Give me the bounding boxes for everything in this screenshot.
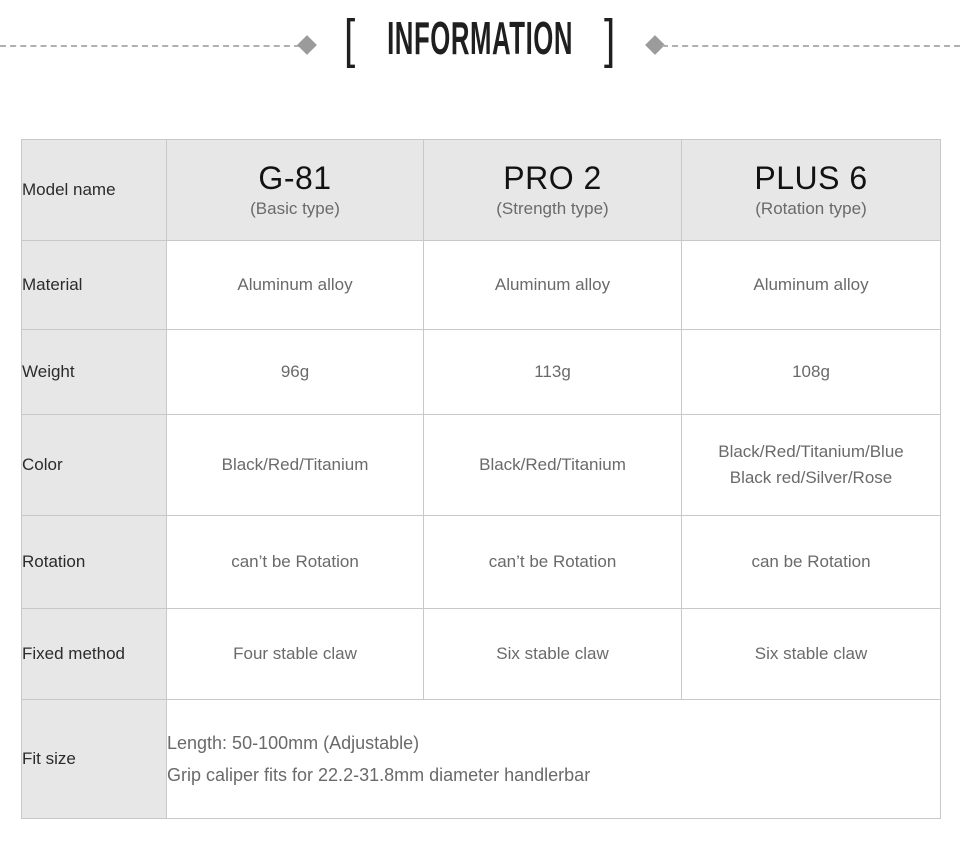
specification-table: Model name G-81 (Basic type) PRO 2 (Stre… xyxy=(21,139,941,819)
row-label-model-name: Model name xyxy=(21,139,167,241)
cell-weight-g81: 96g xyxy=(166,329,424,415)
row-label-fixed-method: Fixed method xyxy=(21,608,167,700)
cell-fixed-pro2: Six stable claw xyxy=(423,608,682,700)
cell-weight-plus6: 108g xyxy=(681,329,941,415)
table-row-rotation: Rotation can’t be Rotation can’t be Rota… xyxy=(21,515,941,609)
bracket-close: ] xyxy=(603,9,616,69)
cell-model-pro2: PRO 2 (Strength type) xyxy=(423,139,682,241)
cell-fixed-g81: Four stable claw xyxy=(166,608,424,700)
spec-table-wrapper: Model name G-81 (Basic type) PRO 2 (Stre… xyxy=(21,139,941,819)
row-label-rotation: Rotation xyxy=(21,515,167,609)
model-name-g81: G-81 xyxy=(258,160,332,196)
fit-size-line-2: Grip caliper fits for 22.2-31.8mm diamet… xyxy=(167,765,591,785)
color-plus6-line-2: Black red/Silver/Rose xyxy=(729,468,893,487)
cell-rotation-pro2: can’t be Rotation xyxy=(423,515,682,609)
row-label-material: Material xyxy=(21,240,167,330)
table-row-material: Material Aluminum alloy Aluminum alloy A… xyxy=(21,240,941,330)
cell-model-g81: G-81 (Basic type) xyxy=(166,139,424,241)
table-row-weight: Weight 96g 113g 108g xyxy=(21,329,941,415)
cell-model-plus6: PLUS 6 (Rotation type) xyxy=(681,139,941,241)
table-row-fit-size: Fit size Length: 50-100mm (Adjustable) G… xyxy=(21,699,941,819)
cell-rotation-g81: can’t be Rotation xyxy=(166,515,424,609)
cell-color-g81: Black/Red/Titanium xyxy=(166,414,424,516)
model-type-plus6: (Rotation type) xyxy=(755,199,867,218)
model-type-pro2: (Strength type) xyxy=(496,199,609,218)
cell-material-g81: Aluminum alloy xyxy=(166,240,424,330)
cell-fixed-plus6: Six stable claw xyxy=(681,608,941,700)
model-name-plus6: PLUS 6 xyxy=(754,160,868,196)
row-label-fit-size: Fit size xyxy=(21,699,167,819)
page-title: [ INFORMATION ] xyxy=(0,8,960,69)
bracket-open: [ xyxy=(344,9,357,69)
cell-rotation-plus6: can be Rotation xyxy=(681,515,941,609)
color-plus6-line-1: Black/Red/Titanium/Blue xyxy=(718,442,904,461)
cell-material-pro2: Aluminum alloy xyxy=(423,240,682,330)
model-type-g81: (Basic type) xyxy=(250,199,340,218)
table-row-color: Color Black/Red/Titanium Black/Red/Titan… xyxy=(21,414,941,516)
information-banner: [ INFORMATION ] xyxy=(0,0,960,100)
fit-size-line-1: Length: 50-100mm (Adjustable) xyxy=(167,733,420,753)
cell-color-plus6: Black/Red/Titanium/Blue Black red/Silver… xyxy=(681,414,941,516)
cell-fit-size-value: Length: 50-100mm (Adjustable) Grip calip… xyxy=(166,699,941,819)
table-row-model-name: Model name G-81 (Basic type) PRO 2 (Stre… xyxy=(21,139,941,241)
cell-material-plus6: Aluminum alloy xyxy=(681,240,941,330)
table-row-fixed-method: Fixed method Four stable claw Six stable… xyxy=(21,608,941,700)
color-plus6-lines: Black/Red/Titanium/Blue Black red/Silver… xyxy=(682,439,940,491)
page-title-text: INFORMATION xyxy=(387,12,573,64)
row-label-color: Color xyxy=(21,414,167,516)
cell-weight-pro2: 113g xyxy=(423,329,682,415)
cell-color-pro2: Black/Red/Titanium xyxy=(423,414,682,516)
row-label-weight: Weight xyxy=(21,329,167,415)
model-name-pro2: PRO 2 xyxy=(503,160,602,196)
